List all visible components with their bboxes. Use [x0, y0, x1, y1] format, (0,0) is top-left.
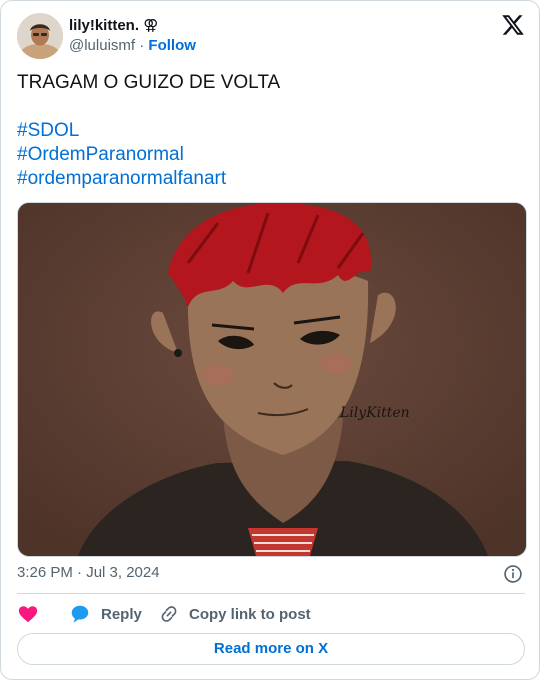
copy-link-button[interactable]: Copy link to post	[159, 602, 311, 626]
user-handle[interactable]: @luluismf	[69, 37, 135, 54]
reply-label: Reply	[101, 605, 142, 623]
reply-button[interactable]: Reply	[69, 602, 142, 626]
info-icon[interactable]	[503, 564, 523, 584]
tweet-card: lily!kitten. ⚢ @luluismf · Follow TRAGAM…	[0, 0, 540, 680]
action-bar: Reply Copy link to post	[17, 602, 525, 626]
read-more-button[interactable]: Read more on X	[17, 633, 525, 665]
follow-button[interactable]: Follow	[148, 37, 196, 54]
avatar[interactable]	[17, 13, 63, 59]
handle-separator: ·	[139, 37, 145, 54]
tweet-text: TRAGAM O GUIZO DE VOLTA #SDOL #OrdemPara…	[17, 71, 525, 191]
tweet-timestamp[interactable]: 3:26 PM · Jul 3, 2024	[17, 563, 160, 583]
hashtag-link[interactable]: #ordemparanormalfanart	[17, 167, 525, 191]
tweet-body: TRAGAM O GUIZO DE VOLTA	[17, 72, 281, 93]
like-button[interactable]	[17, 602, 39, 626]
display-name[interactable]: lily!kitten. ⚢	[69, 16, 196, 36]
author-names: lily!kitten. ⚢ @luluismf · Follow	[69, 16, 196, 56]
fanart-illustration: LilyKitten	[18, 203, 526, 556]
divider	[17, 593, 525, 594]
tweet-header: lily!kitten. ⚢ @luluismf · Follow	[17, 13, 525, 61]
display-name-text: lily!kitten.	[69, 17, 140, 34]
tweet-media-image[interactable]: LilyKitten	[17, 202, 527, 557]
copy-link-label: Copy link to post	[189, 605, 311, 623]
heart-icon	[18, 606, 38, 623]
handle-line: @luluismf · Follow	[69, 36, 196, 56]
x-logo-icon[interactable]	[501, 13, 525, 37]
reply-bubble-icon	[71, 605, 89, 623]
link-icon	[161, 606, 177, 622]
hashtag-link[interactable]: #OrdemParanormal	[17, 143, 525, 167]
artist-signature: LilyKitten	[339, 405, 410, 421]
name-symbol: ⚢	[143, 17, 159, 34]
hashtag-link[interactable]: #SDOL	[17, 119, 525, 143]
avatar-photo	[17, 13, 63, 59]
